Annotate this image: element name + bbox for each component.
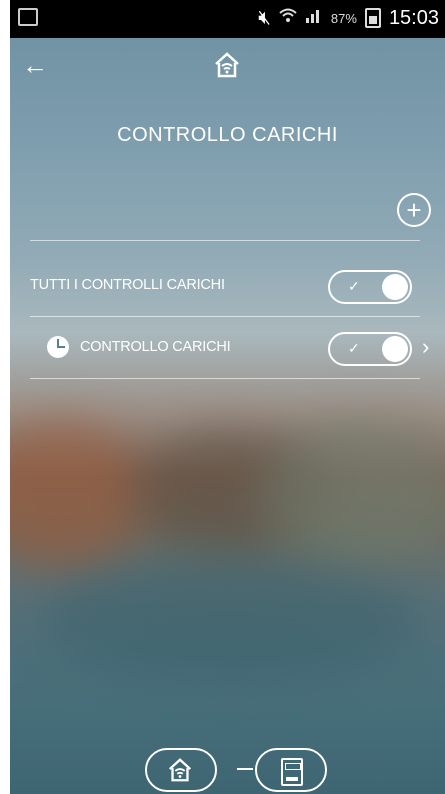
nav-bar: ← xyxy=(10,40,445,90)
bottom-device-button[interactable] xyxy=(255,748,327,792)
status-time: 15:03 xyxy=(388,6,439,29)
check-icon: ✓ xyxy=(348,278,360,294)
battery-percent: 87% xyxy=(330,10,357,26)
clock-icon xyxy=(47,336,69,358)
toggle-knob xyxy=(382,336,408,362)
divider xyxy=(30,316,420,317)
check-icon: ✓ xyxy=(348,340,360,356)
signal-icon xyxy=(305,6,323,30)
status-icons: 🔇︎ 87% 15:03 xyxy=(258,6,439,30)
toggle-knob xyxy=(382,274,408,300)
device-panel-icon xyxy=(281,758,303,786)
battery-charging-icon xyxy=(364,8,381,28)
toggle-all-controls[interactable]: ✓ xyxy=(328,270,412,304)
background-blur xyxy=(40,560,420,680)
wifi-icon xyxy=(279,6,297,30)
toggle-load-control[interactable]: ✓ xyxy=(328,332,412,366)
bottom-nav xyxy=(145,748,327,792)
row-label-all-controls: TUTTI I CONTROLLI CARICHI xyxy=(30,277,225,293)
background-blur xyxy=(10,420,150,570)
mute-icon: 🔇︎ xyxy=(258,6,271,29)
nav-connector xyxy=(237,768,253,770)
divider xyxy=(30,378,420,379)
screen: 🔇︎ 87% 15:03 ← CONTROLLO CARICHI + TUTTI… xyxy=(10,0,445,794)
status-bar: 🔇︎ 87% 15:03 xyxy=(10,0,445,38)
home-wifi-icon xyxy=(168,758,192,782)
page-title: CONTROLLO CARICHI xyxy=(117,124,338,146)
background-blur xyxy=(260,420,445,570)
chevron-right-icon[interactable]: › xyxy=(422,334,429,360)
add-button[interactable]: + xyxy=(397,193,431,227)
plus-circle-icon: + xyxy=(406,195,422,225)
row-label-load-control[interactable]: CONTROLLO CARICHI xyxy=(80,339,231,355)
bottom-home-button[interactable] xyxy=(145,748,217,792)
frame: 🔇︎ 87% 15:03 ← CONTROLLO CARICHI + TUTTI… xyxy=(0,0,445,794)
divider xyxy=(30,240,420,241)
screenshot-icon xyxy=(18,8,38,26)
home-wifi-icon[interactable] xyxy=(212,50,242,85)
back-arrow-icon[interactable]: ← xyxy=(22,50,48,81)
